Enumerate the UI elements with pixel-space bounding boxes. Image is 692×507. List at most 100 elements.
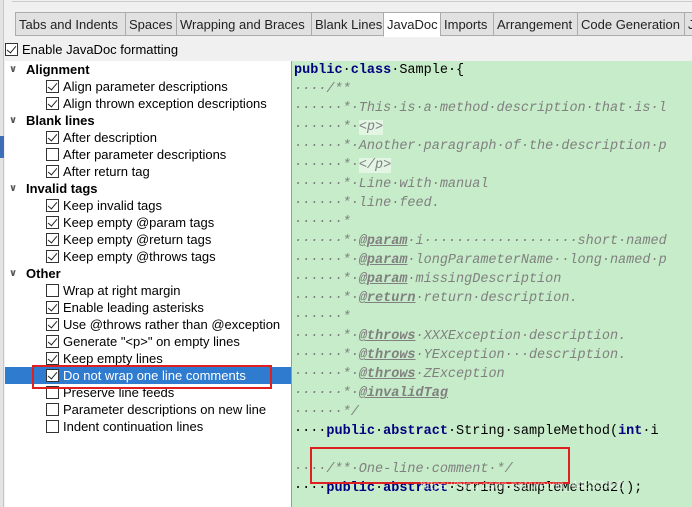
chevron-down-icon[interactable]: ∨ — [9, 183, 26, 194]
tree-group-alignment[interactable]: ∨ Alignment — [5, 61, 291, 78]
tree-group-invalid-tags[interactable]: ∨ Invalid tags — [5, 180, 291, 197]
chevron-down-icon[interactable]: ∨ — [9, 115, 26, 126]
watermark: https://blog.csdn.net/weixin_44552400 — [420, 478, 625, 492]
code-line: ······* — [292, 213, 692, 232]
options-tree: ∨ Alignment Align parameter descriptions Al… — [5, 61, 291, 507]
option-label: After parameter descriptions — [63, 147, 227, 162]
group-title: Other — [26, 266, 61, 281]
code-token: @throws — [358, 348, 416, 363]
option-row[interactable]: After return tag — [5, 163, 291, 180]
option-row[interactable]: Use @throws rather than @exception — [5, 316, 291, 333]
code-token: · — [342, 63, 351, 78]
checkbox[interactable] — [46, 284, 59, 297]
checkbox[interactable] — [46, 165, 59, 178]
tab-spaces[interactable]: Spaces — [125, 12, 176, 36]
code-line: ······*/ — [292, 403, 692, 422]
code-token: · — [375, 424, 384, 439]
code-token: ······*· — [294, 158, 359, 173]
tab-code-generation[interactable]: Code Generation — [577, 12, 684, 36]
option-label: Keep invalid tags — [63, 198, 163, 213]
code-line: ······* — [292, 308, 692, 327]
code-line: ······*·This·is·a·method·description·tha… — [292, 99, 692, 118]
checkbox[interactable] — [46, 131, 59, 144]
code-token: ·i···················short·named — [407, 234, 667, 249]
checkbox[interactable] — [46, 216, 59, 229]
checkbox[interactable] — [46, 301, 59, 314]
option-label: Enable leading asterisks — [63, 300, 204, 315]
code-token: class — [350, 63, 392, 78]
option-row[interactable]: Enable leading asterisks — [5, 299, 291, 316]
checkbox-icon[interactable] — [5, 43, 18, 56]
code-token: ······*· — [294, 291, 359, 306]
checkbox[interactable] — [46, 199, 59, 212]
code-token: @param — [358, 253, 408, 268]
checkbox[interactable] — [46, 233, 59, 246]
checkbox[interactable] — [46, 250, 59, 263]
code-line: ······*·line·feed. — [292, 194, 692, 213]
code-line: ······*·Another·paragraph·of·the·descrip… — [292, 137, 692, 156]
code-token: ······*· — [294, 120, 359, 135]
divider — [12, 0, 692, 2]
option-row[interactable]: Align parameter descriptions — [5, 78, 291, 95]
option-label: Align parameter descriptions — [63, 79, 228, 94]
code-line: ······*·<p> — [292, 118, 692, 137]
checkbox[interactable] — [46, 148, 59, 161]
option-row[interactable]: Align thrown exception descriptions — [5, 95, 291, 112]
tab-bar: Tabs and Indents Spaces Wrapping and Brace… — [15, 12, 692, 37]
checkbox[interactable] — [46, 420, 59, 433]
option-label: Generate "<p>" on empty lines — [63, 334, 240, 349]
selection-marker — [0, 136, 4, 158]
code-preview: public·class·Sample·{····/** ······*·This… — [291, 61, 692, 507]
option-label: After description — [63, 130, 157, 145]
code-line: ······*·@invalidTag — [292, 384, 692, 403]
code-token: ······* — [294, 310, 351, 325]
group-title: Blank lines — [26, 113, 95, 128]
code-token: ·ZException — [415, 367, 505, 382]
option-label: Keep empty lines — [63, 351, 163, 366]
code-line: public·class·Sample·{ — [292, 61, 692, 80]
code-line: ······*·@throws·ZException — [292, 365, 692, 384]
code-line: ······*·Line·with·manual — [292, 175, 692, 194]
option-row[interactable]: After description — [5, 129, 291, 146]
code-token: ······*/ — [294, 405, 359, 420]
code-line: ······*·@param·i···················short… — [292, 232, 692, 251]
option-row[interactable]: Keep empty @throws tags — [5, 248, 291, 265]
code-token: ······*·Another·paragraph·of·the·descrip… — [294, 139, 667, 154]
option-row[interactable]: Wrap at right margin — [5, 282, 291, 299]
chevron-down-icon[interactable]: ∨ — [9, 64, 26, 75]
option-row[interactable]: Keep empty @return tags — [5, 231, 291, 248]
checkbox[interactable] — [46, 80, 59, 93]
checkbox[interactable] — [46, 335, 59, 348]
checkbox[interactable] — [46, 352, 59, 365]
code-token: ·YException···description. — [415, 348, 627, 363]
option-row[interactable]: After parameter descriptions — [5, 146, 291, 163]
code-token: @param — [358, 272, 408, 287]
tab-blank-lines[interactable]: Blank Lines — [311, 12, 383, 36]
tab-tabs-and-indents[interactable]: Tabs and Indents — [15, 12, 125, 36]
tab-arrangement[interactable]: Arrangement — [493, 12, 577, 36]
code-token: @param — [358, 234, 408, 249]
tree-group-blank-lines[interactable]: ∨ Blank lines — [5, 112, 291, 129]
chevron-down-icon[interactable]: ∨ — [9, 268, 26, 279]
code-line: ······*·@return·return·description. — [292, 289, 692, 308]
code-token: ·String·sampleMethod( — [447, 424, 619, 439]
code-token: public — [326, 424, 376, 439]
code-token: </p> — [358, 158, 392, 173]
tab-j[interactable]: J — [684, 12, 692, 36]
option-row[interactable]: Keep invalid tags — [5, 197, 291, 214]
code-token: ·Sample·{ — [391, 63, 465, 78]
tree-group-other[interactable]: ∨ Other — [5, 265, 291, 282]
option-row[interactable]: Parameter descriptions on new line — [5, 401, 291, 418]
checkbox[interactable] — [46, 403, 59, 416]
tab-javadoc[interactable]: JavaDoc — [383, 12, 440, 37]
group-title: Invalid tags — [26, 181, 98, 196]
checkbox[interactable] — [46, 318, 59, 331]
code-token: ······*· — [294, 253, 359, 268]
tab-imports[interactable]: Imports — [440, 12, 493, 36]
enable-javadoc-checkbox[interactable]: Enable JavaDoc formatting — [5, 42, 178, 57]
tab-wrapping-and-braces[interactable]: Wrapping and Braces — [176, 12, 311, 36]
option-row[interactable]: Generate "<p>" on empty lines — [5, 333, 291, 350]
option-row[interactable]: Keep empty @param tags — [5, 214, 291, 231]
checkbox[interactable] — [46, 97, 59, 110]
option-row[interactable]: Indent continuation lines — [5, 418, 291, 435]
